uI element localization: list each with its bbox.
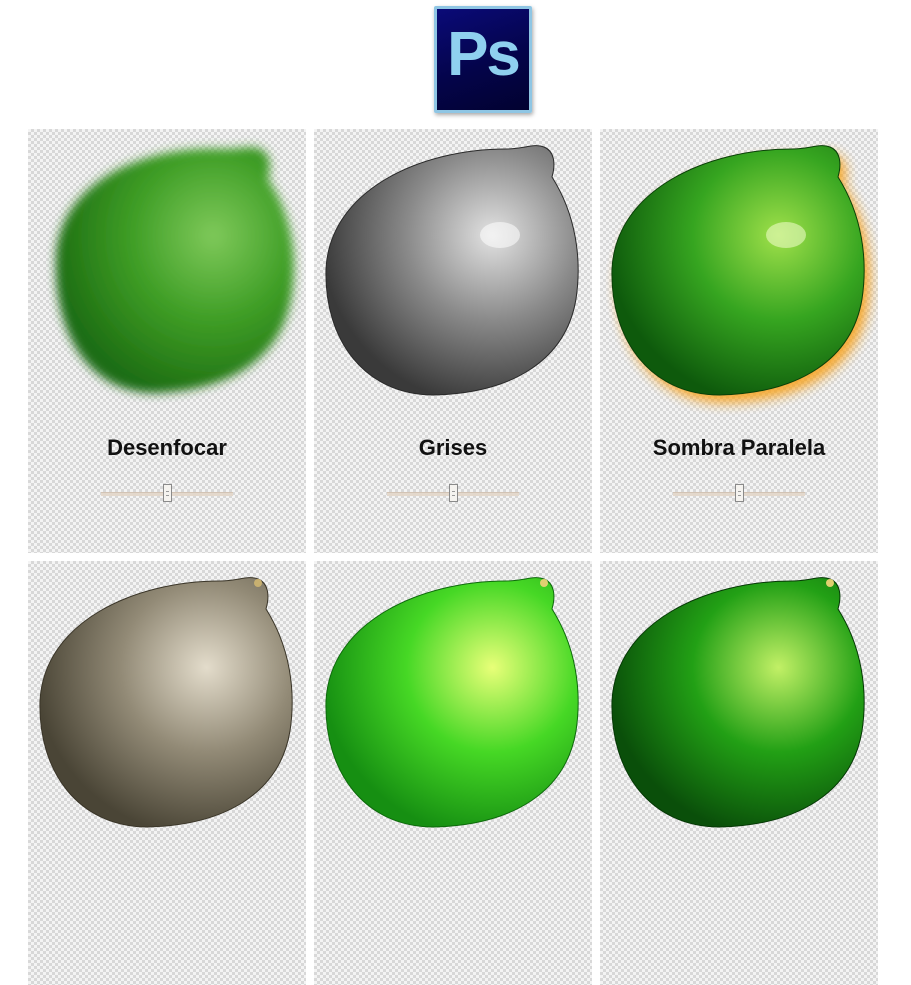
logo-text: Ps	[447, 20, 521, 89]
effect-card-desenfocar: Desenfocar	[28, 129, 306, 553]
lime-image	[55, 147, 294, 394]
effect-card-sombra-paralela: Sombra Paralela	[600, 129, 878, 553]
slider-thumb[interactable]	[449, 484, 458, 502]
effect-label: Grises	[418, 435, 488, 460]
effect-card-contrast	[600, 561, 878, 985]
lime-image	[611, 577, 865, 828]
blur-slider[interactable]	[101, 482, 233, 506]
effect-label: Sombra Paralela	[652, 435, 826, 460]
drop-shadow-slider[interactable]	[673, 482, 805, 506]
photoshop-logo-icon: Ps	[434, 6, 532, 113]
lime-image	[325, 145, 579, 396]
effect-card-grises: Grises	[314, 129, 592, 553]
effect-card-sepia	[28, 561, 306, 985]
grayscale-slider[interactable]	[387, 482, 519, 506]
lime-image	[325, 577, 579, 828]
slider-thumb[interactable]	[735, 484, 744, 502]
lime-image	[611, 145, 871, 403]
effect-label: Desenfocar	[107, 435, 227, 460]
effect-card-brighten	[314, 561, 592, 985]
lime-image	[39, 577, 293, 828]
slider-thumb[interactable]	[163, 484, 172, 502]
